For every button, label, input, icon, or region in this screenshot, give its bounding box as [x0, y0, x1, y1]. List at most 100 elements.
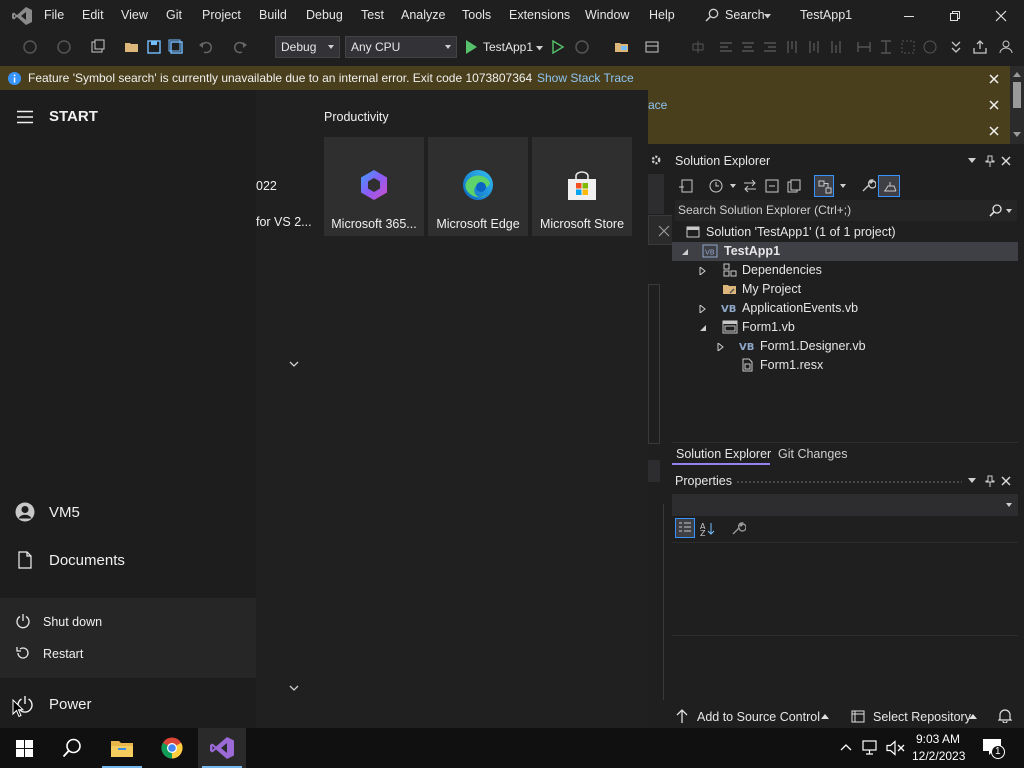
format-icon-6[interactable] [828, 39, 844, 55]
windows-start-button[interactable] [0, 728, 48, 768]
minimize-button[interactable] [899, 6, 919, 26]
properties-wrench-icon[interactable] [860, 178, 876, 194]
tree-item[interactable]: Form1.resx [760, 358, 823, 372]
document-icon[interactable] [17, 551, 33, 569]
tab-solution-explorer[interactable]: Solution Explorer [672, 443, 771, 465]
sync-icon[interactable] [678, 178, 694, 194]
menu-git[interactable]: Git [166, 8, 182, 22]
chevron-down-icon[interactable] [968, 158, 976, 163]
tile-microsoft-365[interactable]: Microsoft 365... [324, 137, 424, 236]
show-hidden-icons-icon[interactable] [840, 743, 852, 751]
user-avatar-icon[interactable] [15, 502, 35, 522]
back-icon[interactable] [22, 39, 38, 55]
shutdown-option[interactable]: Shut down [43, 615, 102, 629]
chevron-down-icon[interactable] [289, 685, 299, 691]
format-icon-8[interactable] [878, 39, 894, 55]
live-share-icon[interactable] [998, 39, 1014, 55]
overflow-icon[interactable] [948, 39, 964, 55]
redo-icon[interactable] [232, 39, 248, 55]
format-icon-9[interactable] [900, 39, 916, 55]
documents-link[interactable]: Documents [49, 552, 125, 569]
tree-item[interactable]: Form1.Designer.vb [760, 339, 866, 353]
preview-button[interactable] [878, 175, 900, 197]
restart-icon[interactable] [15, 645, 31, 661]
expanded-arrow-icon[interactable] [699, 324, 707, 332]
start-debugging-button[interactable]: TestApp1 [463, 37, 547, 57]
menu-build[interactable]: Build [259, 8, 287, 22]
switch-views-icon[interactable] [742, 178, 758, 194]
open-folder-icon[interactable] [124, 39, 140, 55]
settings-icon[interactable] [650, 154, 662, 166]
hot-reload-icon[interactable] [574, 39, 590, 55]
save-icon[interactable] [146, 39, 162, 55]
close-icon[interactable] [988, 73, 1000, 85]
new-project-icon[interactable] [90, 39, 106, 55]
solution-explorer-search[interactable]: Search Solution Explorer (Ctrl+;) [675, 200, 1017, 221]
format-icon-4[interactable] [784, 39, 800, 55]
stack-trace-link-partial[interactable]: ace [648, 98, 667, 112]
undo-icon[interactable] [198, 39, 214, 55]
tile-microsoft-edge[interactable]: Microsoft Edge [428, 137, 528, 236]
clock-time[interactable]: 9:03 AM [916, 732, 960, 746]
clock-date[interactable]: 12/2/2023 [912, 749, 965, 763]
taskbar-chrome[interactable] [148, 728, 196, 768]
chevron-down-icon[interactable] [968, 478, 976, 483]
menu-analyze[interactable]: Analyze [401, 8, 445, 22]
align-left-icon[interactable] [690, 39, 706, 55]
format-icon-10[interactable] [922, 39, 938, 55]
close-icon[interactable] [1001, 156, 1011, 166]
select-repository-button[interactable]: Select Repository [851, 708, 981, 726]
object-selector[interactable] [672, 494, 1018, 516]
menu-help[interactable]: Help [649, 8, 675, 22]
format-icon-1[interactable] [718, 39, 734, 55]
close-icon[interactable] [1001, 476, 1011, 486]
close-window-button[interactable] [991, 6, 1011, 26]
categorized-button[interactable] [675, 518, 695, 538]
close-icon[interactable] [988, 125, 1000, 137]
collapse-all-icon[interactable] [764, 178, 780, 194]
format-icon-5[interactable] [806, 39, 822, 55]
collapsed-arrow-icon[interactable] [717, 343, 725, 351]
restart-option[interactable]: Restart [43, 647, 83, 661]
browse-icon[interactable] [614, 39, 630, 55]
show-stack-trace-link[interactable]: Show Stack Trace [537, 71, 634, 85]
platform-dropdown[interactable]: Any CPU [345, 36, 457, 58]
infobar-scrollbar[interactable] [1010, 66, 1024, 144]
property-pages-icon[interactable] [730, 521, 746, 537]
pin-icon[interactable] [985, 475, 995, 487]
notification-center-button[interactable]: 1 [980, 736, 1005, 760]
notifications-bell-icon[interactable] [998, 708, 1012, 723]
save-all-icon[interactable] [168, 39, 184, 55]
start-without-debugging-icon[interactable] [550, 39, 566, 55]
tree-item[interactable]: My Project [742, 282, 801, 296]
menu-project[interactable]: Project [202, 8, 241, 22]
shutdown-icon[interactable] [15, 613, 31, 629]
tile-microsoft-store[interactable]: Microsoft Store [532, 137, 632, 236]
tree-item[interactable]: ApplicationEvents.vb [742, 301, 858, 315]
chevron-down-icon[interactable] [840, 184, 846, 188]
close-icon[interactable] [988, 99, 1000, 111]
menu-edit[interactable]: Edit [82, 8, 104, 22]
tab-git-changes[interactable]: Git Changes [778, 447, 847, 461]
expanded-arrow-icon[interactable] [681, 248, 689, 256]
tree-item[interactable]: Dependencies [742, 263, 822, 277]
project-node[interactable]: TestApp1 [724, 244, 780, 258]
show-all-files-icon[interactable] [786, 178, 802, 194]
forward-icon[interactable] [56, 39, 72, 55]
taskbar-search-button[interactable] [48, 728, 96, 768]
add-to-source-control-button[interactable]: Add to Source Control [676, 708, 836, 726]
alphabetical-icon[interactable]: AZ [700, 521, 716, 537]
menu-extensions[interactable]: Extensions [509, 8, 570, 22]
layout-icon[interactable] [644, 39, 660, 55]
format-icon-7[interactable] [856, 39, 872, 55]
chevron-down-icon[interactable] [730, 184, 736, 188]
volume-muted-icon[interactable] [886, 740, 906, 756]
pin-icon[interactable] [985, 155, 995, 167]
menu-view[interactable]: View [121, 8, 148, 22]
format-icon-2[interactable] [740, 39, 756, 55]
network-icon[interactable] [862, 740, 880, 756]
menu-file[interactable]: File [44, 8, 64, 22]
restore-button[interactable] [945, 6, 965, 26]
search-button[interactable]: Search [705, 6, 775, 26]
tree-item[interactable]: Form1.vb [742, 320, 795, 334]
